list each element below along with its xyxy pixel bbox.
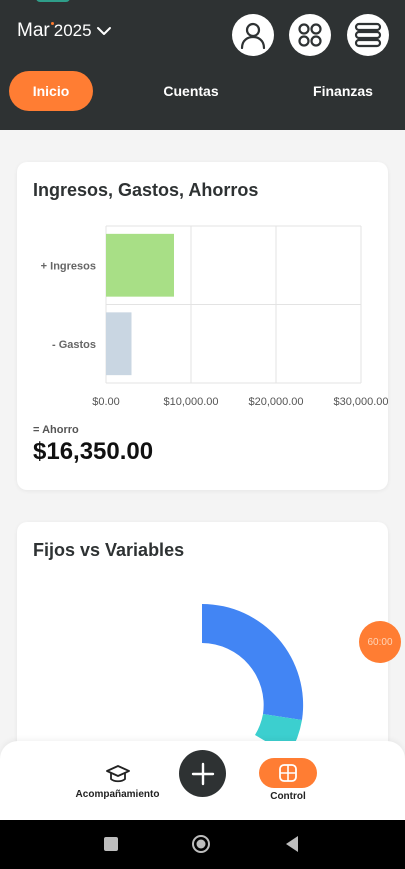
tab-cuentas[interactable]: Cuentas <box>151 71 231 111</box>
recents-icon[interactable] <box>101 834 121 854</box>
month-selector[interactable]: Mar 2025 <box>17 20 112 42</box>
summary-card: Ingresos, Gastos, Ahorros + Ingresos - Ga… <box>17 162 388 490</box>
fixed-variable-card: Fijos vs Variables <box>17 522 388 762</box>
back-icon[interactable] <box>283 834 303 854</box>
header-decoration <box>36 0 70 2</box>
user-icon <box>240 22 266 49</box>
graduation-cap-icon <box>105 765 130 783</box>
menu-button[interactable] <box>347 14 389 56</box>
tab-finanzas[interactable]: Finanzas <box>302 71 384 111</box>
ahorro-value: $16,350.00 <box>33 438 154 465</box>
plus-icon <box>191 762 214 785</box>
x-tick-label: $20,000.00 <box>248 396 303 408</box>
stack-menu-icon <box>354 22 382 48</box>
bar-ingresos[interactable] <box>106 233 174 297</box>
donut-chart <box>202 603 304 755</box>
month-indicator-dot <box>50 22 54 25</box>
apps-button[interactable] <box>289 14 331 56</box>
control-pill <box>259 758 317 788</box>
bar-gastos[interactable] <box>106 312 132 376</box>
tab-inicio[interactable]: Inicio <box>9 71 93 111</box>
nav-control[interactable]: Control <box>258 758 318 802</box>
nav-control-label: Control <box>270 791 306 802</box>
x-tick-label: $0.00 <box>92 396 120 408</box>
category-label: + Ingresos <box>41 260 96 272</box>
category-label: - Gastos <box>52 339 96 351</box>
month-label: Mar <box>17 20 54 42</box>
add-button[interactable] <box>179 750 226 797</box>
dashboard-icon <box>279 764 297 782</box>
x-tick-label: $30,000.00 <box>333 396 388 408</box>
chevron-down-icon <box>96 27 111 35</box>
home-icon[interactable] <box>191 834 211 854</box>
profile-button[interactable] <box>232 14 274 56</box>
apps-grid-icon <box>298 23 322 47</box>
nav-accompaniment[interactable]: Acompañamiento <box>70 764 165 800</box>
ahorro-label: = Ahorro <box>33 424 79 436</box>
x-tick-label: $10,000.00 <box>163 396 218 408</box>
donut-slice-fijos <box>202 603 304 720</box>
income-expense-chart: + Ingresos - Gastos $0.00 $10,000.00 $20,000… <box>41 225 388 408</box>
timer-badge[interactable]: 60:00 <box>359 621 401 663</box>
system-nav-bar <box>0 820 405 869</box>
year-label: 2025 <box>53 21 92 40</box>
nav-accompaniment-label: Acompañamiento <box>75 789 160 800</box>
app-header: Mar 2025 Inicio Cuentas Finanzas <box>0 0 405 130</box>
bottom-nav: Acompañamiento Control <box>0 741 405 820</box>
